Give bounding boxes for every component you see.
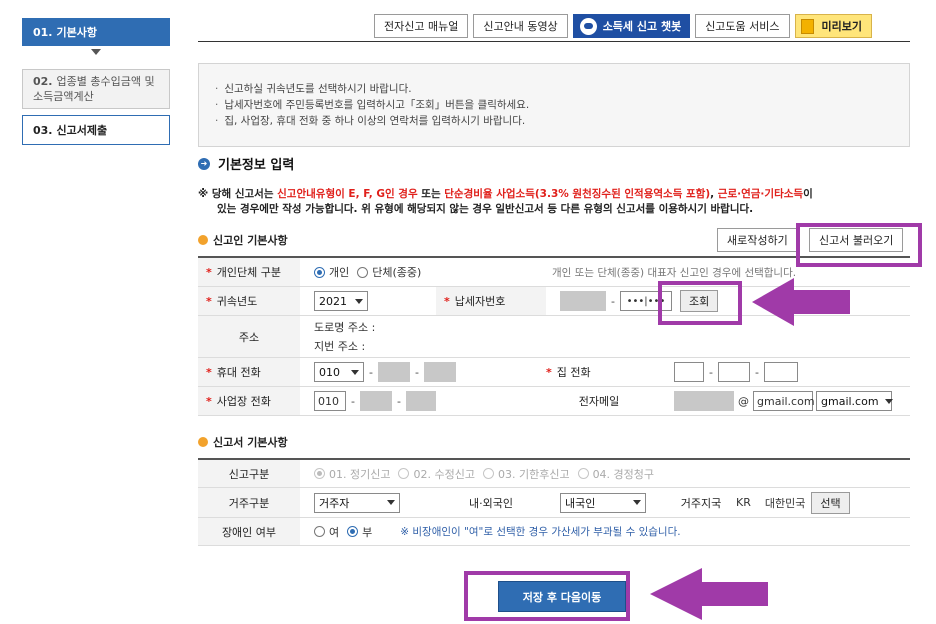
notice-item: 납세자번호에 주민등록번호를 입력하시고「조회」버튼을 클릭하세요. xyxy=(215,97,909,113)
chevron-down-icon xyxy=(387,500,395,505)
disabled-note: ※ 비장애인이 "여"로 선택한 경우 가산세가 부과될 수 있습니다. xyxy=(400,526,681,538)
notice-item: 신고하실 귀속년도를 선택하시기 바랍니다. xyxy=(215,81,909,97)
field-label: 거주지국 xyxy=(666,488,736,517)
divider xyxy=(198,41,910,42)
step-navigation: 01. 기본사항 02. 업종별 총수입금액 및 소득금액계산 03. 신고서제출 xyxy=(22,18,170,145)
bullet-icon xyxy=(198,437,208,447)
field-label: 거주구분 xyxy=(198,488,300,517)
radio-kind-correction[interactable]: 04. 경정청구 xyxy=(577,466,654,482)
biz-prefix-input[interactable]: 010 xyxy=(314,391,346,411)
highlight-lookup-button xyxy=(658,281,742,325)
form-row: 거주구분 거주자 내·외국인 내국인 거주지국 KR 대한민국 선택 xyxy=(198,488,910,518)
notice-item: 집, 사업장, 휴대 전화 중 하나 이상의 연락처를 입력하시기 바랍니다. xyxy=(215,113,909,129)
lot-address: 지번 주소 : xyxy=(314,339,366,353)
bullet-icon xyxy=(198,235,208,245)
eligibility-warning: ※ 당해 신고서는 신고안내유형이 E, F, G인 경우 또는 단순경비율 사… xyxy=(198,188,813,215)
field-label: 귀속년도 xyxy=(198,287,300,315)
field-label: 집 전화 xyxy=(538,358,660,386)
field-label: 내·외국인 xyxy=(436,488,546,517)
manual-button[interactable]: 전자신고 매뉴얼 xyxy=(374,14,469,38)
step-01-basic[interactable]: 01. 기본사항 xyxy=(22,18,170,46)
radio-kind-regular[interactable]: 01. 정기신고 xyxy=(314,466,390,482)
top-toolbar: 전자신고 매뉴얼 신고안내 동영상 소득세 신고 챗봇 신고도움 서비스 미리보… xyxy=(374,14,873,38)
nationality-select[interactable]: 내국인 xyxy=(560,492,646,513)
highlight-load-button xyxy=(796,223,922,267)
highlight-save-button xyxy=(464,571,630,621)
annotation-arrow-icon xyxy=(650,568,768,620)
field-label: 신고구분 xyxy=(198,460,300,487)
step-02-income[interactable]: 02. 업종별 총수입금액 및 소득금액계산 xyxy=(22,69,170,109)
country-select-button[interactable]: 선택 xyxy=(811,491,850,514)
chevron-down-icon xyxy=(633,500,641,505)
radio-group[interactable]: 단체(종중) xyxy=(357,264,421,280)
field-label: 사업장 전화 xyxy=(198,387,300,415)
form-row: 신고구분 01. 정기신고 02. 수정신고 03. 기한후신고 04. 경정청… xyxy=(198,460,910,488)
mobile-prefix-select[interactable]: 010 xyxy=(314,362,364,382)
form-row: 사업장 전화 010 - - 전자메일 @ gmail.com gmail.co… xyxy=(198,387,910,416)
home-mid-input[interactable] xyxy=(717,362,750,382)
email-id-input[interactable] xyxy=(674,391,734,411)
chatbot-button[interactable]: 소득세 신고 챗봇 xyxy=(572,14,691,38)
field-label: 주소 xyxy=(198,316,300,357)
field-label: 장애인 여부 xyxy=(198,518,300,545)
mobile-last-input[interactable] xyxy=(423,362,456,382)
preview-button[interactable]: 미리보기 xyxy=(794,14,873,38)
email-domain-input[interactable]: gmail.com xyxy=(753,391,815,411)
step-label: 기본사항 xyxy=(56,26,97,39)
step-03-submit[interactable]: 03. 신고서제출 xyxy=(22,115,170,145)
biz-last-input[interactable] xyxy=(405,391,436,411)
form-row: 장애인 여부 여 부 ※ 비장애인이 "여"로 선택한 경우 가산세가 부과될 … xyxy=(198,518,910,546)
home-area-input[interactable] xyxy=(674,362,704,382)
radio-kind-amend[interactable]: 02. 수정신고 xyxy=(398,466,475,482)
year-select[interactable]: 2021 xyxy=(314,291,368,311)
radio-kind-late[interactable]: 03. 기한후신고 xyxy=(482,466,570,482)
radio-individual[interactable]: 개인 xyxy=(314,264,349,280)
form-row: 휴대 전화 010 - - 집 전화 - - xyxy=(198,358,910,387)
taxno-front-input[interactable] xyxy=(560,291,606,311)
chevron-down-icon xyxy=(355,298,363,304)
step-down-arrow-icon xyxy=(91,49,101,55)
radio-disabled-no[interactable]: 부 xyxy=(347,524,372,540)
mobile-mid-input[interactable] xyxy=(377,362,410,382)
country-code: KR xyxy=(736,496,751,509)
filer-section-title: 신고인 기본사항 xyxy=(198,232,288,248)
chevron-down-icon xyxy=(884,398,893,404)
radio-disabled-yes[interactable]: 여 xyxy=(314,524,339,540)
step-label: 신고서제출 xyxy=(56,124,108,137)
residence-select[interactable]: 거주자 xyxy=(314,492,400,513)
document-icon xyxy=(800,18,814,34)
notice-box: 신고하실 귀속년도를 선택하시기 바랍니다. 납세자번호에 주민등록번호를 입력… xyxy=(198,63,910,147)
chevron-down-icon xyxy=(351,369,359,375)
chatbot-icon xyxy=(579,17,597,35)
arrow-circle-icon: ➜ xyxy=(198,157,210,170)
field-label: 개인단체 구분 xyxy=(198,258,300,286)
country-name: 대한민국 xyxy=(764,496,806,510)
report-form: 신고구분 01. 정기신고 02. 수정신고 03. 기한후신고 04. 경정청… xyxy=(198,458,910,546)
home-last-input[interactable] xyxy=(763,362,798,382)
report-section-title: 신고서 기본사항 xyxy=(198,434,288,450)
road-address: 도로명 주소 : xyxy=(314,320,376,334)
email-domain-select[interactable]: gmail.com xyxy=(816,391,893,411)
new-form-button[interactable]: 새로작성하기 xyxy=(717,228,798,252)
section-title: ➜ 기본정보 입력 xyxy=(198,154,294,173)
help-service-button[interactable]: 신고도움 서비스 xyxy=(695,14,790,38)
field-label: 납세자번호 xyxy=(436,287,546,315)
annotation-arrow-icon xyxy=(752,278,850,326)
biz-mid-input[interactable] xyxy=(359,391,392,411)
field-label: 휴대 전화 xyxy=(198,358,300,386)
video-button[interactable]: 신고안내 동영상 xyxy=(473,14,568,38)
field-label: 전자메일 xyxy=(538,387,660,415)
